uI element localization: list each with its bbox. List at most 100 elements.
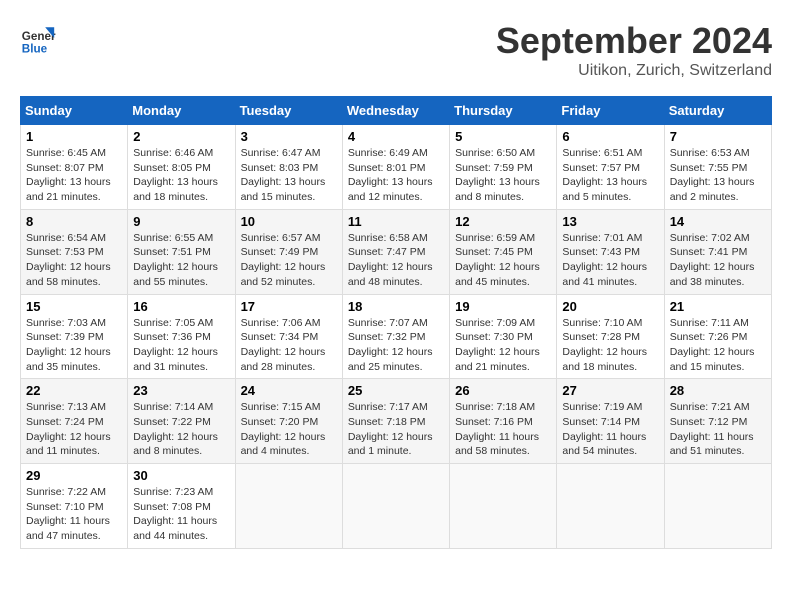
day-number: 14: [670, 214, 766, 229]
logo: General Blue: [20, 20, 56, 56]
calendar-cell: 26Sunrise: 7:18 AM Sunset: 7:16 PM Dayli…: [450, 379, 557, 464]
day-number: 10: [241, 214, 337, 229]
day-info: Sunrise: 6:54 AM Sunset: 7:53 PM Dayligh…: [26, 231, 122, 290]
calendar-cell: 5 Sunrise: 6:50 AM Sunset: 7:59 PM Daylig…: [450, 125, 557, 210]
day-info: Sunrise: 6:46 AM Sunset: 8:05 PM Dayligh…: [133, 146, 229, 205]
calendar-cell: 7 Sunrise: 6:53 AM Sunset: 7:55 PM Daylig…: [664, 125, 771, 210]
weekday-header: Saturday: [664, 97, 771, 125]
calendar-cell: [557, 464, 664, 549]
calendar-cell: 15 Sunrise: 7:03 AM Sunset: 7:39 PM Dayli…: [21, 294, 128, 379]
calendar-cell: 20 Sunrise: 7:10 AM Sunset: 7:28 PM Dayli…: [557, 294, 664, 379]
calendar-cell: 24 Sunrise: 7:15 AM Sunset: 7:20 PM Dayli…: [235, 379, 342, 464]
day-info: Sunrise: 7:11 AM Sunset: 7:26 PM Dayligh…: [670, 316, 766, 375]
day-number: 2: [133, 129, 229, 144]
day-info: Sunrise: 7:03 AM Sunset: 7:39 PM Dayligh…: [26, 316, 122, 375]
day-info: Sunrise: 7:19 AM Sunset: 7:14 PM Dayligh…: [562, 400, 658, 459]
weekday-header: Monday: [128, 97, 235, 125]
calendar-cell: 22 Sunrise: 7:13 AM Sunset: 7:24 PM Dayli…: [21, 379, 128, 464]
day-info: Sunrise: 6:55 AM Sunset: 7:51 PM Dayligh…: [133, 231, 229, 290]
calendar-cell: 4 Sunrise: 6:49 AM Sunset: 8:01 PM Daylig…: [342, 125, 449, 210]
day-number: 16: [133, 299, 229, 314]
calendar-cell: 17Sunrise: 7:06 AM Sunset: 7:34 PM Dayli…: [235, 294, 342, 379]
day-number: 28: [670, 383, 766, 398]
calendar-cell: 10 Sunrise: 6:57 AM Sunset: 7:49 PM Dayli…: [235, 209, 342, 294]
weekday-header: Friday: [557, 97, 664, 125]
day-info: Sunrise: 6:50 AM Sunset: 7:59 PM Dayligh…: [455, 146, 551, 205]
svg-text:Blue: Blue: [22, 42, 48, 55]
day-info: Sunrise: 7:14 AM Sunset: 7:22 PM Dayligh…: [133, 400, 229, 459]
day-number: 25: [348, 383, 444, 398]
day-number: 21: [670, 299, 766, 314]
month-title: September 2024: [496, 20, 772, 62]
day-info: Sunrise: 6:51 AM Sunset: 7:57 PM Dayligh…: [562, 146, 658, 205]
weekday-header: Wednesday: [342, 97, 449, 125]
day-number: 27: [562, 383, 658, 398]
calendar-cell: 1Sunrise: 6:45 AM Sunset: 8:07 PM Daylig…: [21, 125, 128, 210]
day-info: Sunrise: 7:22 AM Sunset: 7:10 PM Dayligh…: [26, 485, 122, 544]
weekday-header: Thursday: [450, 97, 557, 125]
calendar-week-row: 8 Sunrise: 6:54 AM Sunset: 7:53 PM Daylig…: [21, 209, 772, 294]
calendar-cell: 11 Sunrise: 6:58 AM Sunset: 7:47 PM Dayli…: [342, 209, 449, 294]
calendar-cell: 13Sunrise: 7:01 AM Sunset: 7:43 PM Dayli…: [557, 209, 664, 294]
day-info: Sunrise: 7:17 AM Sunset: 7:18 PM Dayligh…: [348, 400, 444, 459]
day-number: 20: [562, 299, 658, 314]
calendar-cell: 12Sunrise: 6:59 AM Sunset: 7:45 PM Dayli…: [450, 209, 557, 294]
day-number: 8: [26, 214, 122, 229]
day-number: 15: [26, 299, 122, 314]
day-info: Sunrise: 7:05 AM Sunset: 7:36 PM Dayligh…: [133, 316, 229, 375]
day-number: 6: [562, 129, 658, 144]
day-number: 4: [348, 129, 444, 144]
calendar-cell: 30 Sunrise: 7:23 AM Sunset: 7:08 PM Dayli…: [128, 464, 235, 549]
day-info: Sunrise: 6:53 AM Sunset: 7:55 PM Dayligh…: [670, 146, 766, 205]
day-number: 11: [348, 214, 444, 229]
day-info: Sunrise: 7:13 AM Sunset: 7:24 PM Dayligh…: [26, 400, 122, 459]
calendar-week-row: 1Sunrise: 6:45 AM Sunset: 8:07 PM Daylig…: [21, 125, 772, 210]
calendar-cell: 23Sunrise: 7:14 AM Sunset: 7:22 PM Dayli…: [128, 379, 235, 464]
calendar-cell: 9 Sunrise: 6:55 AM Sunset: 7:51 PM Daylig…: [128, 209, 235, 294]
calendar-cell: 28 Sunrise: 7:21 AM Sunset: 7:12 PM Dayli…: [664, 379, 771, 464]
day-number: 22: [26, 383, 122, 398]
day-number: 5: [455, 129, 551, 144]
calendar-cell: 6 Sunrise: 6:51 AM Sunset: 7:57 PM Daylig…: [557, 125, 664, 210]
day-info: Sunrise: 7:21 AM Sunset: 7:12 PM Dayligh…: [670, 400, 766, 459]
calendar-week-row: 29 Sunrise: 7:22 AM Sunset: 7:10 PM Dayli…: [21, 464, 772, 549]
logo-icon: General Blue: [20, 20, 56, 56]
day-number: 7: [670, 129, 766, 144]
calendar-cell: [450, 464, 557, 549]
day-number: 1: [26, 129, 122, 144]
calendar-cell: 2 Sunrise: 6:46 AM Sunset: 8:05 PM Daylig…: [128, 125, 235, 210]
day-info: Sunrise: 7:23 AM Sunset: 7:08 PM Dayligh…: [133, 485, 229, 544]
calendar-cell: [664, 464, 771, 549]
calendar-cell: 19Sunrise: 7:09 AM Sunset: 7:30 PM Dayli…: [450, 294, 557, 379]
calendar-cell: 27 Sunrise: 7:19 AM Sunset: 7:14 PM Dayli…: [557, 379, 664, 464]
day-info: Sunrise: 7:02 AM Sunset: 7:41 PM Dayligh…: [670, 231, 766, 290]
calendar-cell: 18Sunrise: 7:07 AM Sunset: 7:32 PM Dayli…: [342, 294, 449, 379]
calendar-cell: 3 Sunrise: 6:47 AM Sunset: 8:03 PM Daylig…: [235, 125, 342, 210]
day-number: 12: [455, 214, 551, 229]
calendar-table: SundayMondayTuesdayWednesdayThursdayFrid…: [20, 96, 772, 549]
day-number: 3: [241, 129, 337, 144]
day-number: 29: [26, 468, 122, 483]
calendar-week-row: 15 Sunrise: 7:03 AM Sunset: 7:39 PM Dayli…: [21, 294, 772, 379]
day-number: 24: [241, 383, 337, 398]
day-info: Sunrise: 7:15 AM Sunset: 7:20 PM Dayligh…: [241, 400, 337, 459]
day-number: 9: [133, 214, 229, 229]
day-info: Sunrise: 6:47 AM Sunset: 8:03 PM Dayligh…: [241, 146, 337, 205]
calendar-cell: 8 Sunrise: 6:54 AM Sunset: 7:53 PM Daylig…: [21, 209, 128, 294]
header: General Blue September 2024 Uitikon, Zur…: [20, 20, 772, 80]
weekday-header: Tuesday: [235, 97, 342, 125]
calendar-cell: 14 Sunrise: 7:02 AM Sunset: 7:41 PM Dayli…: [664, 209, 771, 294]
day-number: 30: [133, 468, 229, 483]
day-number: 17: [241, 299, 337, 314]
day-info: Sunrise: 6:57 AM Sunset: 7:49 PM Dayligh…: [241, 231, 337, 290]
day-info: Sunrise: 7:18 AM Sunset: 7:16 PM Dayligh…: [455, 400, 551, 459]
calendar-cell: 25 Sunrise: 7:17 AM Sunset: 7:18 PM Dayli…: [342, 379, 449, 464]
day-number: 18: [348, 299, 444, 314]
day-info: Sunrise: 6:58 AM Sunset: 7:47 PM Dayligh…: [348, 231, 444, 290]
day-info: Sunrise: 7:10 AM Sunset: 7:28 PM Dayligh…: [562, 316, 658, 375]
calendar-cell: [342, 464, 449, 549]
calendar-cell: 29 Sunrise: 7:22 AM Sunset: 7:10 PM Dayli…: [21, 464, 128, 549]
calendar-week-row: 22 Sunrise: 7:13 AM Sunset: 7:24 PM Dayli…: [21, 379, 772, 464]
title-area: September 2024 Uitikon, Zurich, Switzerl…: [496, 20, 772, 80]
day-info: Sunrise: 6:49 AM Sunset: 8:01 PM Dayligh…: [348, 146, 444, 205]
